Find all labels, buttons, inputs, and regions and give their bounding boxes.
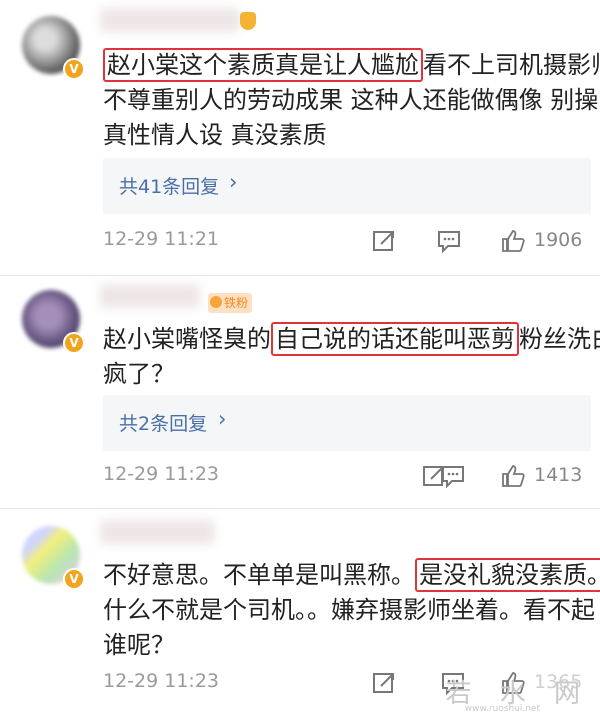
comment-text-line: 疯了？ bbox=[103, 360, 175, 388]
username-blurred[interactable] bbox=[100, 8, 240, 32]
comment-meta: 12-29 11:21 1906 bbox=[103, 228, 593, 258]
comment-text-pre: 赵小棠嘴怪臭的 bbox=[103, 325, 271, 353]
comment-text-pre: 不好意思。不单单是叫黑称。 bbox=[103, 561, 415, 589]
timestamp: 12-29 11:23 bbox=[103, 670, 220, 692]
divider bbox=[0, 275, 600, 276]
comment-text-line: 不尊重别人的劳动成果 这种人还能做偶像 别操 bbox=[103, 86, 599, 114]
chevron-right-icon: › bbox=[229, 170, 238, 194]
username-blurred[interactable] bbox=[100, 284, 200, 308]
comment-text: 不好意思。不单单是叫黑称。 是没礼貌没素质。 什么不就是个司机。。嫌弃摄影师坐着。… bbox=[103, 558, 600, 663]
comment-text-line: 真性情人设 真没素质 bbox=[103, 121, 327, 149]
comment-text-rest: 看不上司机摄影师 bbox=[423, 51, 600, 79]
vip-crown-icon bbox=[240, 12, 256, 30]
fan-icon bbox=[210, 296, 222, 308]
highlighted-text: 是没礼貌没素质。 bbox=[415, 558, 600, 592]
divider bbox=[0, 508, 600, 509]
verified-badge-icon: V bbox=[63, 332, 85, 354]
share-icon[interactable] bbox=[371, 228, 397, 254]
username-blurred[interactable] bbox=[100, 520, 215, 544]
verified-badge-icon: V bbox=[63, 568, 85, 590]
comment-icon[interactable] bbox=[440, 463, 466, 489]
share-icon[interactable] bbox=[371, 670, 397, 696]
chevron-right-icon: › bbox=[218, 407, 227, 431]
comment-text-line: 谁呢？ bbox=[103, 631, 175, 659]
replies-box[interactable]: 共41条回复 › bbox=[103, 158, 591, 214]
thumbs-up-icon[interactable] bbox=[500, 228, 526, 254]
comment-text-rest: 粉丝洗白 bbox=[519, 325, 600, 353]
highlighted-text: 赵小棠这个素质真是让人尴尬 bbox=[103, 48, 423, 82]
fan-badge: 铁粉 bbox=[208, 293, 253, 313]
comment-text-line: 什么不就是个司机。。嫌弃摄影师坐着。看不起 bbox=[103, 596, 595, 624]
replies-link[interactable]: 共41条回复 bbox=[119, 172, 219, 199]
replies-link[interactable]: 共2条回复 bbox=[119, 409, 207, 436]
replies-box[interactable]: 共2条回复 › bbox=[103, 395, 591, 451]
comment-icon[interactable] bbox=[436, 228, 462, 254]
comment-meta: 12-29 11:23 1413 bbox=[103, 463, 593, 493]
timestamp: 12-29 11:23 bbox=[103, 463, 220, 485]
highlighted-text: 自己说的话还能叫恶剪 bbox=[271, 322, 519, 356]
thumbs-up-icon[interactable] bbox=[500, 463, 526, 489]
like-count: 1413 bbox=[534, 464, 583, 486]
verified-badge-icon: V bbox=[63, 58, 85, 80]
like-count: 1906 bbox=[534, 229, 583, 251]
comment-text: 赵小棠这个素质真是让人尴尬 看不上司机摄影师 不尊重别人的劳动成果 这种人还能做偶… bbox=[103, 48, 600, 153]
fan-badge-label: 铁粉 bbox=[224, 296, 249, 310]
watermark-url: www.ruoshui.net bbox=[464, 704, 540, 714]
comment-text: 赵小棠嘴怪臭的自己说的话还能叫恶剪粉丝洗白 疯了？ bbox=[103, 322, 600, 392]
timestamp: 12-29 11:21 bbox=[103, 228, 220, 250]
